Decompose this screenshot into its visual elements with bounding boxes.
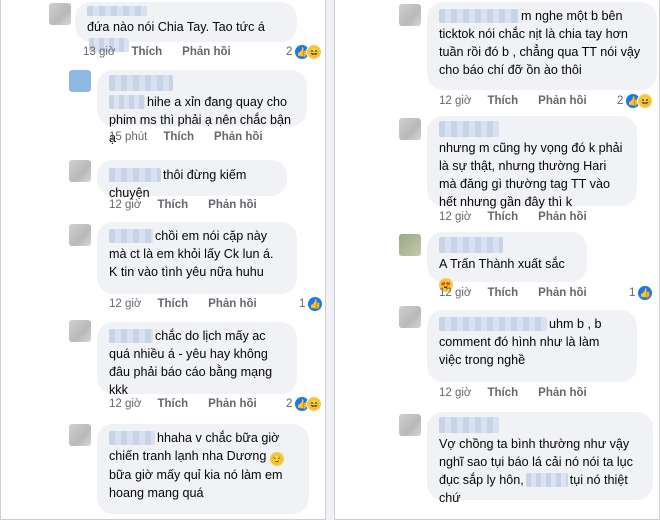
comment-bubble: uhm b , b comment đó hình như là làm việ… [427,310,637,382]
like-reaction-icon: 👍 [638,286,653,300]
avatar[interactable] [49,3,71,25]
haha-reaction-icon: 😆 [637,93,654,109]
like-button[interactable]: Thích [487,211,518,223]
blurred-author-name[interactable] [87,6,147,16]
comment-bubble: chồi em nói cặp này mà ct là em khỏi lấy… [97,222,297,294]
comment-text: A Trấn Thành xuất sắc [439,257,565,271]
comment-time: 12 giờ [109,298,142,310]
comment-actions: 15 phút Thích Phản hồi [109,129,263,145]
like-button[interactable]: Thích [157,298,188,310]
reply-button[interactable]: Phản hồi [538,287,587,299]
reply-button[interactable]: Phản hồi [182,46,231,58]
comment-actions: 12 giờ Thích Phản hồi [439,209,587,225]
comment-bubble: hihe a xỉn đang quay cho phim ms thì phả… [97,70,307,145]
avatar[interactable] [399,4,421,26]
comment-text-continued: bữa giờ mấy quỉ kia nó làm em hoang mang… [109,468,283,500]
column-divider [326,0,334,520]
reaction-summary[interactable]: 1 👍 [299,296,323,312]
like-button[interactable]: Thích [487,387,518,399]
reply-button[interactable]: Phản hồi [538,95,587,107]
reply-button[interactable]: Phản hồi [538,387,587,399]
comment-actions: 12 giờ Thích Phản hồi [439,285,587,301]
comment-bubble: chắc do lịch mấy ac quá nhiều á - yêu ha… [97,322,297,397]
reaction-count: 2 [617,95,624,107]
blurred-mention [525,473,568,487]
like-button[interactable]: Thích [157,398,188,410]
reaction-count: 2 [286,46,293,58]
comment-time: 12 giờ [439,211,472,223]
comment-actions: 12 giờ Thích Phản hồi [439,93,587,109]
comment-time: 13 giờ [83,46,116,58]
comment-time: 12 giờ [439,95,472,107]
comment-time: 12 giờ [109,398,142,410]
comment-bubble: đứa nào nói Chia Tay. Tao tức á [75,2,297,52]
comment-bubble: thôi đừng kiếm chuyện [97,160,287,200]
comment-bubble: A Trấn Thành xuất sắc 😍 [427,232,587,292]
avatar[interactable] [399,234,421,256]
reaction-summary[interactable]: 1 👍 [629,285,653,301]
blurred-mention [109,95,145,109]
blurred-author-name[interactable] [109,75,173,91]
comment-actions: 12 giờ Thích Phản hồi [109,396,257,412]
comment-time: 15 phút [109,131,148,143]
comment-time: 12 giờ [439,287,472,299]
like-button[interactable]: Thích [157,199,188,211]
like-button[interactable]: Thích [131,46,162,58]
comment-time: 12 giờ [439,387,472,399]
reaction-count: 2 [286,398,293,410]
reply-button[interactable]: Phản hồi [208,398,257,410]
comment-time: 12 giờ [109,199,142,211]
right-comment-column: m nghe một b bên ticktok nói chắc nịt là… [334,0,660,520]
avatar[interactable] [69,320,91,342]
blurred-author-name[interactable] [439,317,547,331]
comment-bubble: nhưng m cũng hy vọng đó k phải là sự thậ… [427,116,637,209]
reply-button[interactable]: Phản hồi [538,211,587,223]
reply-button[interactable]: Phản hồi [214,131,263,143]
haha-reaction-icon: 😆 [306,44,323,60]
blurred-author-name[interactable] [109,431,155,445]
haha-reaction-icon: 😆 [306,396,323,412]
avatar[interactable] [69,70,91,92]
like-button[interactable]: Thích [163,131,194,143]
reaction-count: 1 [299,298,306,310]
reaction-summary[interactable]: 2 👍 😆 [617,93,654,109]
reaction-summary[interactable]: 2 👍 😆 [286,44,323,60]
avatar[interactable] [399,414,421,436]
comment-text: đứa nào nói Chia Tay. Tao tức á [87,20,265,34]
smirk-emoji-icon: 😏 [269,452,284,466]
avatar[interactable] [399,118,421,140]
like-reaction-icon: 👍 [308,297,323,311]
like-button[interactable]: Thích [487,95,518,107]
comment-bubble: hhaha v chắc bữa giờ chiến tranh lạnh nh… [97,424,309,514]
blurred-author-name[interactable] [109,168,161,182]
comment-actions: 12 giờ Thích Phản hồi [109,197,257,213]
comment-actions: 13 giờ Thích Phản hồi [83,44,231,60]
blurred-author-name[interactable] [439,237,503,253]
blurred-author-name[interactable] [439,9,519,23]
comment-actions: 12 giờ Thích Phản hồi [109,296,257,312]
comment-bubble: m nghe một b bên ticktok nói chắc nịt là… [427,2,657,90]
blurred-author-name[interactable] [439,417,499,433]
blurred-author-name[interactable] [109,229,153,243]
reply-button[interactable]: Phản hồi [208,199,257,211]
reaction-summary[interactable]: 2 👍 😆 [286,396,323,412]
comment-actions: 12 giờ Thích Phản hồi [439,385,587,401]
blurred-author-name[interactable] [109,329,153,343]
avatar[interactable] [69,224,91,246]
comment-bubble: Vợ chồng ta bình thường như vậy nghĩ sao… [427,412,653,505]
comment-text: nhưng m cũng hy vọng đó k phải là sự thậ… [439,141,623,209]
left-comment-column: đứa nào nói Chia Tay. Tao tức á 13 giờ Th… [0,0,326,520]
like-button[interactable]: Thích [487,287,518,299]
avatar[interactable] [69,160,91,182]
reaction-count: 1 [629,287,636,299]
avatar[interactable] [69,424,91,446]
avatar[interactable] [399,306,421,328]
blurred-author-name[interactable] [439,121,499,137]
reply-button[interactable]: Phản hồi [208,298,257,310]
